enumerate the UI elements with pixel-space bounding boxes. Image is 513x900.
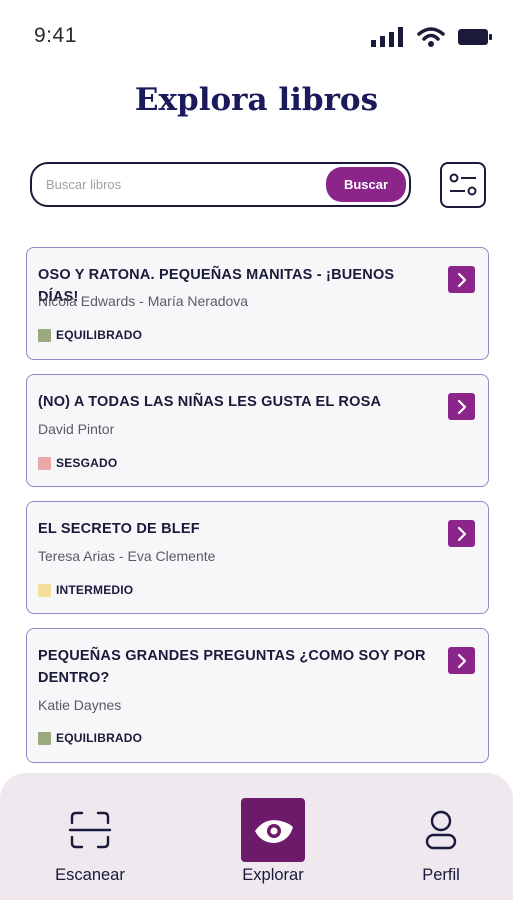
chevron-right-icon (457, 653, 466, 668)
book-title: EL SECRETO DE BLEF (38, 521, 200, 537)
scan-icon-wrap (58, 798, 122, 862)
book-author: Katie Daynes (38, 697, 122, 713)
page-title: Explora libros (134, 82, 379, 118)
status-time: 9:41 (34, 24, 77, 47)
nav-label: Escanear (55, 866, 125, 884)
signal-icon (371, 27, 403, 47)
filter-button[interactable] (440, 162, 486, 208)
filter-icon (449, 173, 477, 196)
book-title: (NO) A TODAS LAS NIÑAS LES GUSTA EL ROSA (38, 394, 382, 410)
book-card[interactable]: EL SECRETO DE BLEF Teresa Arias - Eva Cl… (26, 501, 489, 614)
book-title: PEQUEÑAS GRANDES PREGUNTAS ¿COMO SOY POR… (38, 648, 426, 686)
open-book-button[interactable] (448, 520, 475, 547)
scan-icon (68, 811, 112, 849)
chevron-right-icon (457, 399, 466, 414)
chevron-right-icon (457, 272, 466, 287)
search-bar: Buscar (30, 162, 411, 207)
open-book-button[interactable] (448, 266, 475, 293)
user-icon (425, 810, 457, 850)
wifi-icon (417, 27, 445, 47)
eye-icon (255, 820, 293, 843)
chevron-right-icon (457, 526, 466, 541)
tag-swatch (38, 583, 51, 597)
search-button[interactable]: Buscar (326, 167, 406, 202)
book-author: David Pintor (38, 421, 115, 437)
bias-tag: SESGADO (38, 456, 117, 470)
bias-tag: EQUILIBRADO (38, 731, 142, 745)
nav-label: Explorar (242, 866, 304, 884)
tag-label: EQUILIBRADO (56, 328, 143, 342)
tag-swatch (38, 731, 51, 745)
book-author: Teresa Arias - Eva Clemente (38, 548, 216, 564)
user-icon-wrap (409, 798, 473, 862)
tag-label: EQUILIBRADO (56, 731, 143, 745)
book-card[interactable]: OSO Y RATONA. PEQUEÑAS MANITAS - ¡BUENOS… (26, 247, 489, 360)
bias-tag: EQUILIBRADO (38, 328, 142, 342)
book-card[interactable]: PEQUEÑAS GRANDES PREGUNTAS ¿COMO SOY POR… (26, 628, 489, 763)
tag-label: INTERMEDIO (56, 583, 134, 597)
book-author: Nicola Edwards - María Neradova (38, 293, 249, 309)
tag-swatch (38, 456, 51, 470)
battery-icon (458, 29, 492, 45)
tag-swatch (38, 328, 51, 342)
open-book-button[interactable] (448, 647, 475, 674)
nav-item-escanear[interactable]: Escanear (20, 773, 160, 900)
bottom-nav: Escanear Explorar Perfil (0, 773, 513, 900)
nav-item-explorar[interactable]: Explorar (203, 773, 343, 900)
status-bar: 9:41 (0, 0, 513, 70)
bias-tag: INTERMEDIO (38, 583, 133, 597)
nav-item-perfil[interactable]: Perfil (371, 773, 511, 900)
nav-label: Perfil (422, 866, 460, 884)
tag-label: SESGADO (56, 456, 118, 470)
book-card[interactable]: (NO) A TODAS LAS NIÑAS LES GUSTA EL ROSA… (26, 374, 489, 487)
eye-icon-wrap (241, 798, 305, 862)
open-book-button[interactable] (448, 393, 475, 420)
status-icons (371, 26, 493, 48)
